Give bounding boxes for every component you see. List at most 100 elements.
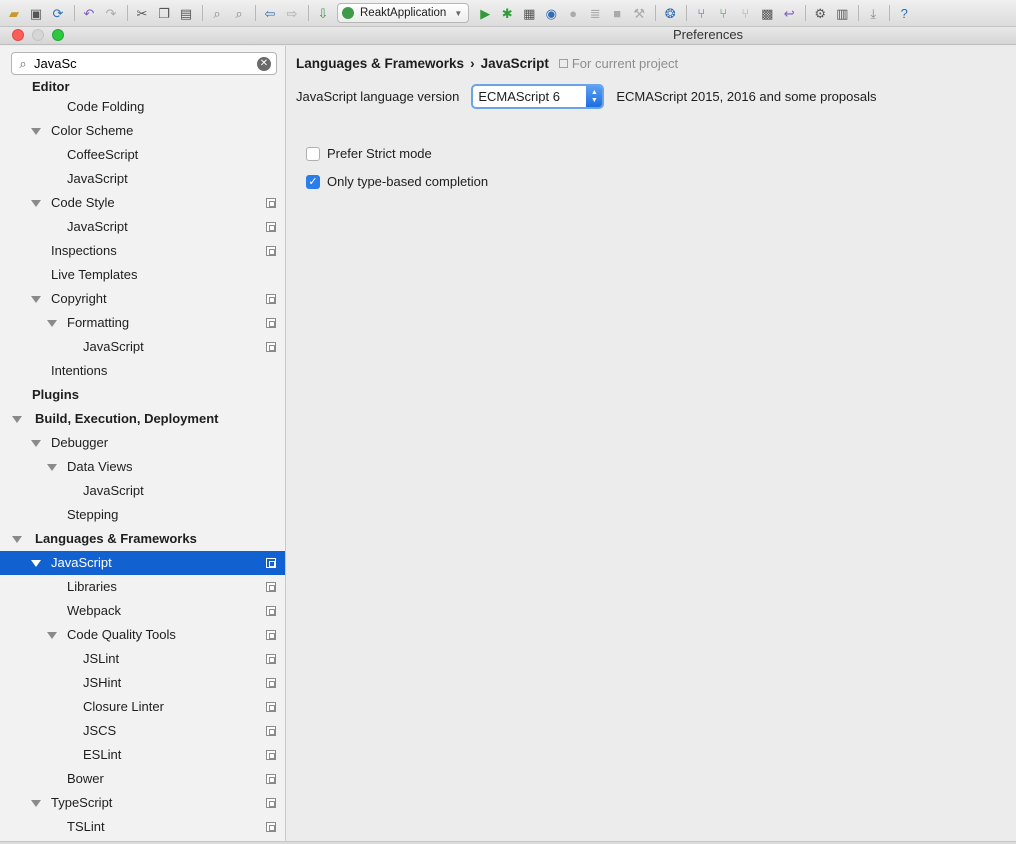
settings-icon[interactable]: ⚙ (810, 3, 830, 23)
forward-icon[interactable]: ⇨ (282, 3, 302, 23)
paste-icon[interactable]: ▤ (176, 3, 196, 23)
project-structure-icon[interactable]: ▥ (832, 3, 852, 23)
tree-item-color-scheme[interactable]: Color Scheme (0, 119, 285, 143)
tree-item-inspections[interactable]: Inspections (0, 239, 285, 263)
attach-icon[interactable]: ● (563, 3, 583, 23)
tree-item-coffeescript[interactable]: CoffeeScript (0, 143, 285, 167)
vcs-history-icon[interactable]: ▩ (757, 3, 777, 23)
tree-item-javascript[interactable]: JavaScript (0, 551, 285, 575)
toolbar-separator (202, 5, 203, 21)
tree-item-intentions[interactable]: Intentions (0, 359, 285, 383)
tree-item-data-views[interactable]: Data Views (0, 455, 285, 479)
tree-item-jscs[interactable]: JSCS (0, 719, 285, 743)
vcs-compare-icon[interactable]: ⑂ (735, 3, 755, 23)
tree-item-eslint[interactable]: ESLint (0, 743, 285, 767)
open-folder-icon[interactable]: ▰ (4, 3, 24, 23)
tree-item-javascript[interactable]: JavaScript (0, 335, 285, 359)
build-icon[interactable]: ≣ (585, 3, 605, 23)
project-scope-icon (266, 726, 276, 736)
prefer-strict-checkbox[interactable] (306, 146, 320, 161)
tree-item-formatting[interactable]: Formatting (0, 311, 285, 335)
prefer-strict-row[interactable]: Prefer Strict mode (306, 146, 432, 161)
run-configuration-select[interactable]: ReaktApplication ▼ (337, 3, 470, 23)
tree-item-webpack[interactable]: Webpack (0, 599, 285, 623)
tree-item-code-style[interactable]: Code Style (0, 191, 285, 215)
tree-item-label: TSLint (67, 819, 105, 834)
expand-arrow-icon[interactable] (47, 464, 57, 471)
search-icon: ⌕ (19, 55, 27, 71)
app-config-icon (342, 7, 354, 19)
copy-icon[interactable]: ❐ (154, 3, 174, 23)
type-based-completion-checkbox[interactable]: ✓ (306, 174, 320, 189)
undo-icon[interactable]: ↶ (79, 3, 99, 23)
tree-item-editor[interactable]: Editor (0, 78, 285, 95)
make-icon[interactable]: ⇩ (313, 3, 333, 23)
cut-icon[interactable]: ✂ (132, 3, 152, 23)
tree-item-stepping[interactable]: Stepping (0, 503, 285, 527)
vcs-revert-icon[interactable]: ↩ (779, 3, 799, 23)
tree-item-live-templates[interactable]: Live Templates (0, 263, 285, 287)
stop-icon[interactable]: ■ (607, 3, 627, 23)
coverage-icon[interactable]: ▦ (519, 3, 539, 23)
plugin-icon[interactable]: ⚒ (629, 3, 649, 23)
expand-arrow-icon[interactable] (12, 536, 22, 543)
tree-item-tslint[interactable]: TSLint (0, 815, 285, 839)
replace-icon[interactable]: ⌕ (229, 3, 249, 23)
tree-item-languages-frameworks[interactable]: Languages & Frameworks (0, 527, 285, 551)
tree-item-bower[interactable]: Bower (0, 767, 285, 791)
tree-item-code-quality-tools[interactable]: Code Quality Tools (0, 623, 285, 647)
find-icon[interactable]: ⌕ (207, 3, 227, 23)
sdk-icon[interactable]: ⤓ (863, 3, 883, 23)
expand-arrow-icon[interactable] (47, 320, 57, 327)
back-icon[interactable]: ⇦ (260, 3, 280, 23)
tree-item-code-folding[interactable]: Code Folding (0, 95, 285, 119)
breadcrumb-current: JavaScript (480, 56, 549, 71)
tree-item-label: Languages & Frameworks (35, 531, 197, 546)
expand-arrow-icon[interactable] (47, 632, 57, 639)
tree-item-jslint[interactable]: JSLint (0, 647, 285, 671)
select-stepper-icon: ▲ ▼ (586, 86, 603, 107)
redo-icon[interactable]: ↷ (101, 3, 121, 23)
tree-item-javascript[interactable]: JavaScript (0, 167, 285, 191)
tree-item-closure-linter[interactable]: Closure Linter (0, 695, 285, 719)
expand-arrow-icon[interactable] (12, 416, 22, 423)
tree-item-libraries[interactable]: Libraries (0, 575, 285, 599)
tree-item-javascript[interactable]: JavaScript (0, 215, 285, 239)
toolbar-separator (858, 5, 860, 21)
scope-note: For current project (558, 56, 678, 71)
breadcrumb-parent: Languages & Frameworks (296, 56, 465, 71)
tree-item-jshint[interactable]: JSHint (0, 671, 285, 695)
save-icon[interactable]: ▣ (26, 3, 46, 23)
tree-item-label: Build, Execution, Deployment (35, 411, 219, 426)
expand-arrow-icon[interactable] (31, 800, 41, 807)
settings-tree: Editor Code Folding Color Scheme CoffeeScri… (0, 78, 285, 839)
tree-item-label: Inspections (51, 243, 117, 258)
vcs-commit-icon[interactable]: ⑂ (713, 3, 733, 23)
breadcrumb-separator: › (470, 56, 475, 71)
tree-item-plugins[interactable]: Plugins (0, 383, 285, 407)
window-title: Preferences (672, 27, 744, 42)
profile-icon[interactable]: ◉ (541, 3, 561, 23)
tree-item-copyright[interactable]: Copyright (0, 287, 285, 311)
vcs-update-icon[interactable]: ⑂ (691, 3, 711, 23)
tree-item-javascript[interactable]: JavaScript (0, 479, 285, 503)
language-version-select[interactable]: ECMAScript 6 ▲ ▼ (471, 84, 605, 109)
tree-item-build-execution-deployment[interactable]: Build, Execution, Deployment (0, 407, 285, 431)
expand-arrow-icon[interactable] (31, 296, 41, 303)
expand-arrow-icon[interactable] (31, 560, 41, 567)
help-icon[interactable]: ❂ (660, 3, 680, 23)
expand-arrow-icon[interactable] (31, 200, 41, 207)
settings-search-input[interactable] (34, 56, 257, 71)
expand-arrow-icon[interactable] (31, 128, 41, 135)
run-icon[interactable]: ▶ (475, 3, 495, 23)
question-icon[interactable]: ? (894, 3, 914, 23)
clear-search-icon[interactable]: ✕ (257, 56, 271, 71)
tree-item-typescript[interactable]: TypeScript (0, 791, 285, 815)
tree-item-debugger[interactable]: Debugger (0, 431, 285, 455)
debug-icon[interactable]: ✱ (497, 3, 517, 23)
type-based-completion-row[interactable]: ✓ Only type-based completion (306, 174, 488, 189)
project-scope-icon (266, 318, 276, 328)
chevron-down-icon: ▼ (454, 8, 463, 18)
expand-arrow-icon[interactable] (31, 440, 41, 447)
sync-icon[interactable]: ⟳ (48, 3, 68, 23)
